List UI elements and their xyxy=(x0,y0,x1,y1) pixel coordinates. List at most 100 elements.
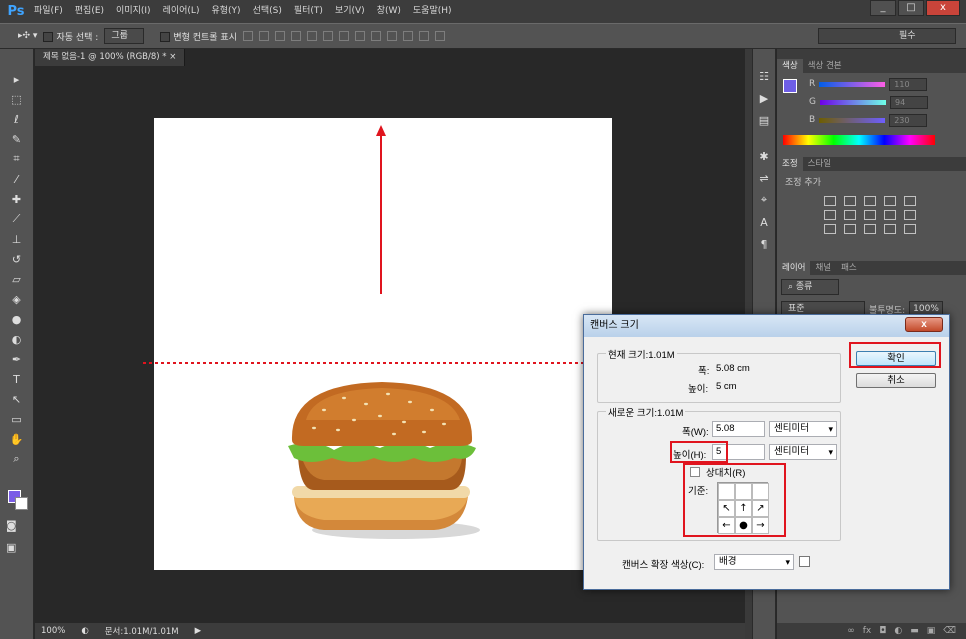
properties-panel-icon[interactable]: ▤ xyxy=(753,109,775,131)
tab-adjustments[interactable]: 조정 xyxy=(777,157,803,171)
color-fg-swatch[interactable] xyxy=(783,79,797,93)
menu-layer[interactable]: 레이어(L) xyxy=(157,0,206,23)
bucket-tool-icon[interactable]: ◈ xyxy=(0,289,33,309)
quick-mask-icon[interactable]: ◙ xyxy=(6,515,17,535)
history-panel-icon[interactable]: ☷ xyxy=(753,65,775,87)
extension-color-swatch[interactable] xyxy=(799,556,810,567)
brush-panel-icon[interactable]: ✱ xyxy=(753,145,775,167)
tab-swatches[interactable]: 색상 견본 xyxy=(803,59,847,73)
status-menu-icon[interactable]: ▶ xyxy=(195,626,202,636)
zoom-tool-icon[interactable]: ⌕ xyxy=(0,449,33,469)
align-top-icon[interactable] xyxy=(243,31,253,41)
transform-controls-checkbox[interactable] xyxy=(160,32,171,42)
stamp-tool-icon[interactable]: ⊥ xyxy=(0,229,33,249)
selective-color-icon[interactable] xyxy=(903,224,916,234)
auto-select-checkbox[interactable] xyxy=(43,32,54,42)
align-vcenter-icon[interactable] xyxy=(259,31,269,41)
gradient-map-icon[interactable] xyxy=(883,224,896,234)
dialog-titlebar[interactable]: 캔버스 크기 x xyxy=(584,315,949,337)
actions-panel-icon[interactable]: ▶ xyxy=(753,87,775,109)
tab-color[interactable]: 색상 xyxy=(777,59,803,73)
cancel-button[interactable]: 취소 xyxy=(856,373,936,388)
invert-icon[interactable] xyxy=(823,224,836,234)
color-spectrum[interactable] xyxy=(783,135,935,145)
paragraph-panel-icon[interactable]: ¶ xyxy=(753,233,775,255)
quick-select-tool-icon[interactable]: ✎ xyxy=(0,129,33,149)
g-value[interactable]: 94 xyxy=(889,95,928,109)
background-color-swatch[interactable] xyxy=(15,497,28,510)
auto-select-option[interactable]: 자동 선택 : xyxy=(43,30,98,43)
posterize-icon[interactable] xyxy=(843,224,856,234)
doc-size[interactable]: 문서:1.01M/1.01M xyxy=(105,625,179,637)
tab-paths[interactable]: 패스 xyxy=(836,261,862,275)
color-balance-icon[interactable] xyxy=(843,210,856,220)
menu-window[interactable]: 창(W) xyxy=(371,0,407,23)
document-tab[interactable]: 제목 없음-1 @ 100% (RGB/8) * × xyxy=(35,49,186,66)
align-right-icon[interactable] xyxy=(323,31,333,41)
transform-controls-option[interactable]: 변형 컨트롤 표시 xyxy=(160,30,237,43)
vibrance-icon[interactable] xyxy=(903,196,916,206)
new-layer-icon[interactable]: ▣ xyxy=(927,626,936,636)
distribute-bottom-icon[interactable] xyxy=(371,31,381,41)
align-left-icon[interactable] xyxy=(291,31,301,41)
marquee-tool-icon[interactable]: ⬚ xyxy=(0,89,33,109)
distribute-top-icon[interactable] xyxy=(339,31,349,41)
dodge-tool-icon[interactable]: ◐ xyxy=(0,329,33,349)
menu-type[interactable]: 유형(Y) xyxy=(205,0,246,23)
exposure-icon[interactable] xyxy=(883,196,896,206)
g-slider[interactable] xyxy=(819,99,886,105)
auto-align-icon[interactable] xyxy=(435,31,445,41)
distribute-left-icon[interactable] xyxy=(387,31,397,41)
close-button[interactable]: x xyxy=(926,0,960,16)
distribute-hcenter-icon[interactable] xyxy=(403,31,413,41)
channel-mixer-icon[interactable] xyxy=(903,210,916,220)
hand-tool-icon[interactable]: ✋ xyxy=(0,429,33,449)
distribute-right-icon[interactable] xyxy=(419,31,429,41)
b-slider[interactable] xyxy=(819,117,886,123)
history-brush-tool-icon[interactable]: ↺ xyxy=(0,249,33,269)
r-value[interactable]: 110 xyxy=(889,77,928,91)
width-unit-select[interactable]: 센티미터 xyxy=(769,421,837,437)
crop-tool-icon[interactable]: ⌗ xyxy=(0,149,33,169)
adjustment-layer-icon[interactable]: ◐ xyxy=(894,626,902,636)
trash-icon[interactable]: ⌫ xyxy=(943,626,956,636)
height-unit-select[interactable]: 센티미터 xyxy=(769,444,837,460)
menu-view[interactable]: 보기(V) xyxy=(329,0,371,23)
maximize-button[interactable]: □ xyxy=(898,0,924,16)
eraser-tool-icon[interactable]: ▱ xyxy=(0,269,33,289)
layer-kind-filter[interactable]: ⌕ 종류 xyxy=(781,279,839,295)
group-icon[interactable]: ▬ xyxy=(910,626,919,636)
width-input[interactable]: 5.08 xyxy=(712,421,765,437)
link-layers-icon[interactable]: ∞ xyxy=(847,626,855,636)
brightness-icon[interactable] xyxy=(823,196,836,206)
minimize-button[interactable]: _ xyxy=(870,0,896,16)
distribute-vcenter-icon[interactable] xyxy=(355,31,365,41)
zoom-level[interactable]: 100% xyxy=(41,626,65,636)
clone-source-icon[interactable]: ⌖ xyxy=(753,189,775,211)
b-value[interactable]: 230 xyxy=(889,113,928,127)
brush-presets-icon[interactable]: ⇌ xyxy=(753,167,775,189)
menu-image[interactable]: 이미지(I) xyxy=(110,0,157,23)
hue-saturation-icon[interactable] xyxy=(823,210,836,220)
tab-channels[interactable]: 채널 xyxy=(810,261,836,275)
fx-icon[interactable]: fx xyxy=(863,626,872,636)
extension-color-select[interactable]: 배경 xyxy=(714,554,794,570)
menu-edit[interactable]: 편집(E) xyxy=(69,0,110,23)
blur-tool-icon[interactable]: ● xyxy=(0,309,33,329)
screen-mode-icon[interactable]: ▣ xyxy=(6,537,16,557)
healing-tool-icon[interactable]: ✚ xyxy=(0,189,33,209)
path-select-tool-icon[interactable]: ↖ xyxy=(0,389,33,409)
curves-icon[interactable] xyxy=(863,196,876,206)
move-tool-icon[interactable]: ▸ xyxy=(0,69,33,89)
shape-tool-icon[interactable]: ▭ xyxy=(0,409,33,429)
auto-select-combo[interactable]: 그룹 xyxy=(104,28,145,44)
align-hcenter-icon[interactable] xyxy=(307,31,317,41)
character-panel-icon[interactable]: A xyxy=(753,211,775,233)
menu-select[interactable]: 선택(S) xyxy=(247,0,288,23)
status-icon[interactable]: ◐ xyxy=(81,626,88,636)
workspace-switcher[interactable]: 필수 xyxy=(818,28,956,44)
canvas[interactable] xyxy=(154,118,612,570)
move-tool-icon[interactable]: ▸✣ ▾ xyxy=(18,31,37,41)
lasso-tool-icon[interactable]: ℓ xyxy=(0,109,33,129)
threshold-icon[interactable] xyxy=(863,224,876,234)
